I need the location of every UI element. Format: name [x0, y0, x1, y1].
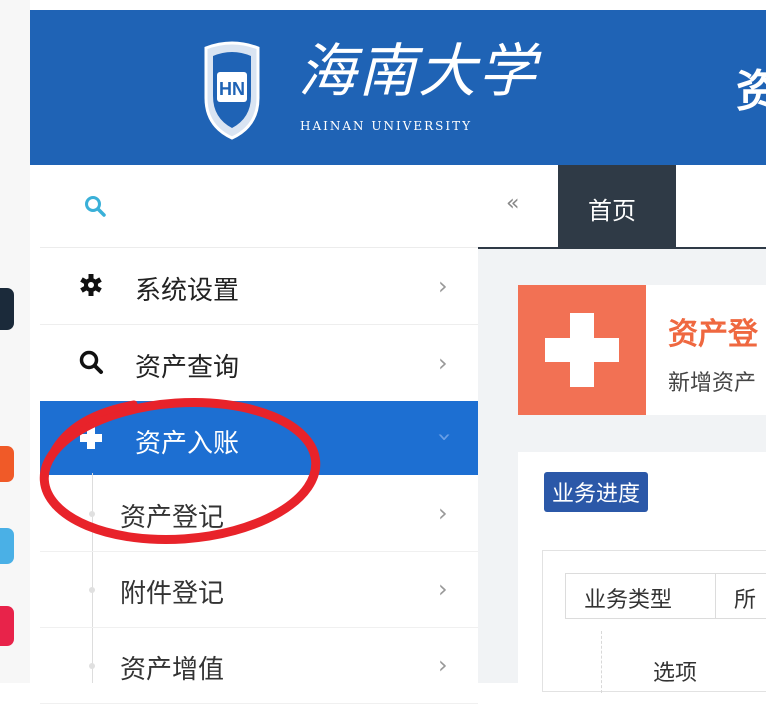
menu-item-label: 资产查询	[135, 353, 240, 383]
menu-item-label: 资产入账	[135, 429, 240, 459]
chevron-right-icon: ›	[438, 499, 448, 527]
system-title: 资	[736, 66, 766, 117]
column-divider	[601, 631, 602, 693]
university-logo[interactable]: HN	[202, 40, 262, 140]
tab-scroll-left-button[interactable]: «	[478, 165, 558, 247]
table-header-label: 所	[734, 588, 757, 613]
submenu-item-label: 资产登记	[120, 503, 225, 533]
table-header-label: 业务类型	[584, 588, 673, 613]
submenu-item-attachment-register[interactable]: 附件登记 ›	[40, 551, 478, 628]
tree-dot	[89, 587, 95, 593]
card-subtitle: 新增资产	[668, 371, 757, 396]
double-chevron-left-icon: «	[506, 191, 520, 216]
menu-item-label: 系统设置	[135, 276, 240, 306]
main-content: « 首页 资产登 新增资产 业务进度 业务类型 所 选项	[478, 165, 766, 693]
progress-panel: 业务进度 业务类型 所 选项	[518, 452, 766, 693]
chevron-right-icon: ›	[438, 349, 448, 377]
submenu-item-label: 资产增值	[120, 655, 225, 685]
asset-register-card[interactable]: 资产登 新增资产	[518, 285, 766, 415]
desktop-icon-fragment	[0, 606, 14, 646]
card-title: 资产登	[668, 317, 758, 352]
plus-icon	[80, 427, 102, 449]
progress-table: 业务类型 所 选项	[542, 550, 766, 693]
desktop-edge-strip	[0, 0, 30, 683]
chevron-down-icon: ›	[430, 432, 459, 442]
submenu-item-asset-register[interactable]: 资产登记 ›	[40, 475, 478, 552]
card-icon-box	[518, 285, 646, 415]
desktop-icon-fragment	[0, 528, 14, 564]
submenu-item-asset-increase[interactable]: 资产增值 ›	[40, 627, 478, 704]
tab-home[interactable]: 首页	[558, 165, 676, 247]
menu-item-system-settings[interactable]: 系统设置 ›	[40, 248, 478, 325]
chevron-right-icon: ›	[438, 272, 448, 300]
tree-dot	[89, 663, 95, 669]
tab-bar: « 首页	[478, 165, 766, 249]
submenu-item-label: 附件登记	[120, 579, 225, 609]
tab-home-label: 首页	[588, 197, 636, 225]
gear-icon	[80, 274, 102, 296]
app-header: HN 海南大学 HAINAN UNIVERSITY 资	[30, 10, 766, 165]
chevron-right-icon: ›	[438, 575, 448, 603]
search-icon[interactable]	[84, 195, 106, 217]
plus-icon-bar	[545, 338, 619, 362]
progress-badge: 业务进度	[544, 472, 649, 512]
table-header-business-type[interactable]: 业务类型	[565, 573, 717, 619]
menu-item-asset-entry[interactable]: 资产入账 ›	[40, 401, 478, 475]
sidebar-search[interactable]	[40, 165, 478, 248]
logo-text: HN	[219, 79, 245, 99]
menu-item-asset-query[interactable]: 资产查询 ›	[40, 325, 478, 402]
university-name-en: HAINAN UNIVERSITY	[300, 119, 473, 133]
options-column-label: 选项	[653, 661, 698, 686]
tree-dot	[89, 511, 95, 517]
sidebar: 系统设置 › 资产查询 › 资产入账 › 资产登记 › 附件登记 › 资产增值 …	[40, 165, 478, 704]
search-icon	[79, 350, 103, 374]
university-name-cn: 海南大学	[298, 37, 539, 105]
desktop-icon-fragment	[0, 446, 14, 482]
chevron-right-icon: ›	[438, 651, 448, 679]
desktop-icon-fragment	[0, 288, 14, 330]
table-header-next[interactable]: 所	[715, 573, 766, 619]
